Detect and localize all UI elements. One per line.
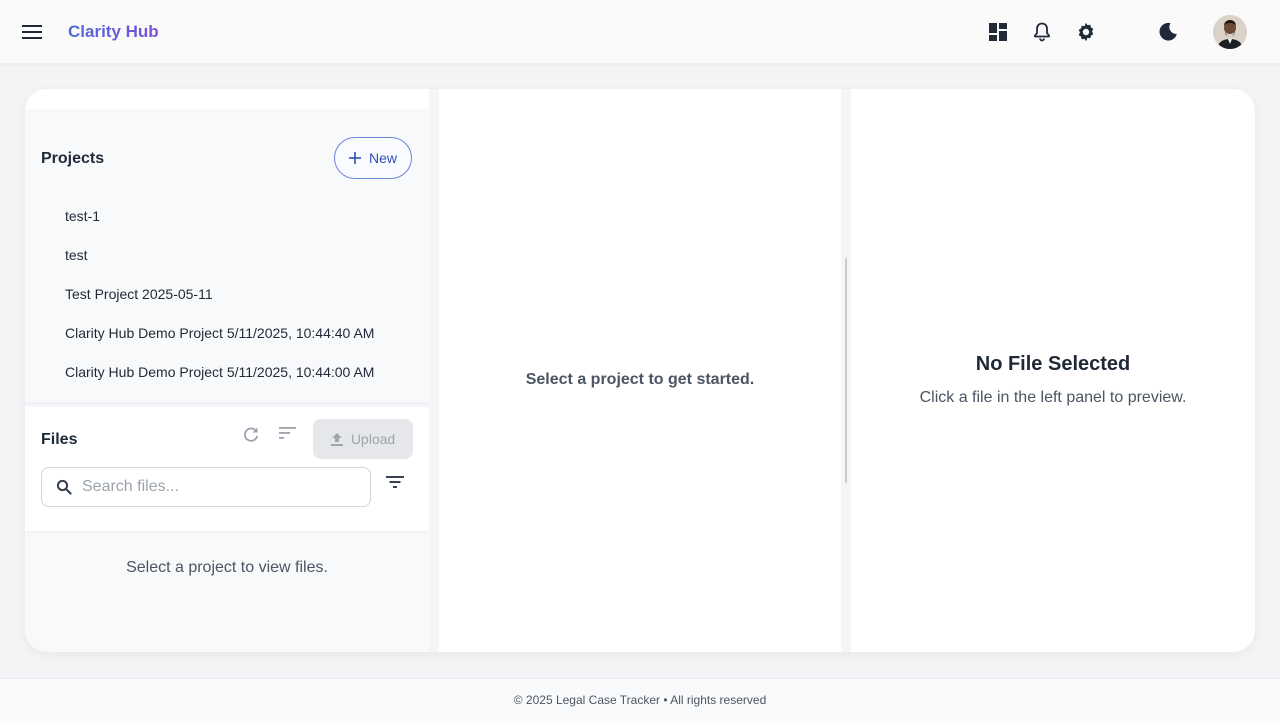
project-item[interactable]: Clarity Hub Demo Project 5/11/2025, 10:4…	[65, 364, 374, 380]
preview-title: No File Selected	[975, 353, 1131, 375]
gear-icon[interactable]	[1074, 20, 1098, 44]
left-panel-top	[25, 89, 429, 109]
new-project-label: New	[368, 150, 397, 166]
upload-label: Upload	[350, 431, 396, 447]
left-panel: Projects New test-1 test Test Project 20…	[25, 89, 429, 652]
top-app-bar: Clarity Hub	[0, 0, 1280, 64]
middle-panel: Select a project to get started.	[439, 89, 841, 652]
dashboard-icon[interactable]	[986, 20, 1010, 44]
filter-icon[interactable]	[385, 475, 407, 497]
projects-heading: Projects	[41, 150, 105, 167]
moon-icon[interactable]	[1156, 20, 1180, 44]
preview-subtitle: Click a file in the left panel to previe…	[919, 389, 1187, 406]
bell-icon[interactable]	[1030, 20, 1054, 44]
search-icon	[56, 479, 72, 495]
upload-button[interactable]: Upload	[313, 419, 413, 459]
middle-panel-resize-handle[interactable]	[845, 258, 847, 483]
upload-icon	[330, 432, 343, 446]
refresh-icon[interactable]	[242, 426, 262, 446]
preview-panel: No File Selected Click a file in the lef…	[851, 89, 1255, 652]
middle-empty-message: Select a project to get started.	[525, 371, 755, 388]
sort-icon[interactable]	[279, 426, 301, 446]
workspace-card: Projects New test-1 test Test Project 20…	[25, 89, 1255, 652]
files-empty-message: Select a project to view files.	[126, 559, 328, 576]
search-field[interactable]	[41, 467, 371, 507]
menu-icon[interactable]	[20, 20, 44, 44]
project-item[interactable]: Test Project 2025-05-11	[65, 286, 213, 302]
panel-separator	[429, 89, 439, 652]
user-avatar[interactable]	[1213, 15, 1247, 49]
plus-icon	[348, 152, 361, 164]
app-brand[interactable]: Clarity Hub	[68, 22, 159, 42]
project-item[interactable]: test	[65, 247, 88, 263]
page-footer: © 2025 Legal Case Tracker • All rights r…	[0, 678, 1280, 721]
project-item[interactable]: Clarity Hub Demo Project 5/11/2025, 10:4…	[65, 325, 374, 341]
files-heading: Files	[41, 431, 78, 448]
search-input[interactable]	[82, 478, 352, 496]
new-project-button[interactable]: New	[334, 137, 412, 179]
footer-text: © 2025 Legal Case Tracker • All rights r…	[513, 693, 767, 707]
project-item[interactable]: test-1	[65, 208, 100, 224]
